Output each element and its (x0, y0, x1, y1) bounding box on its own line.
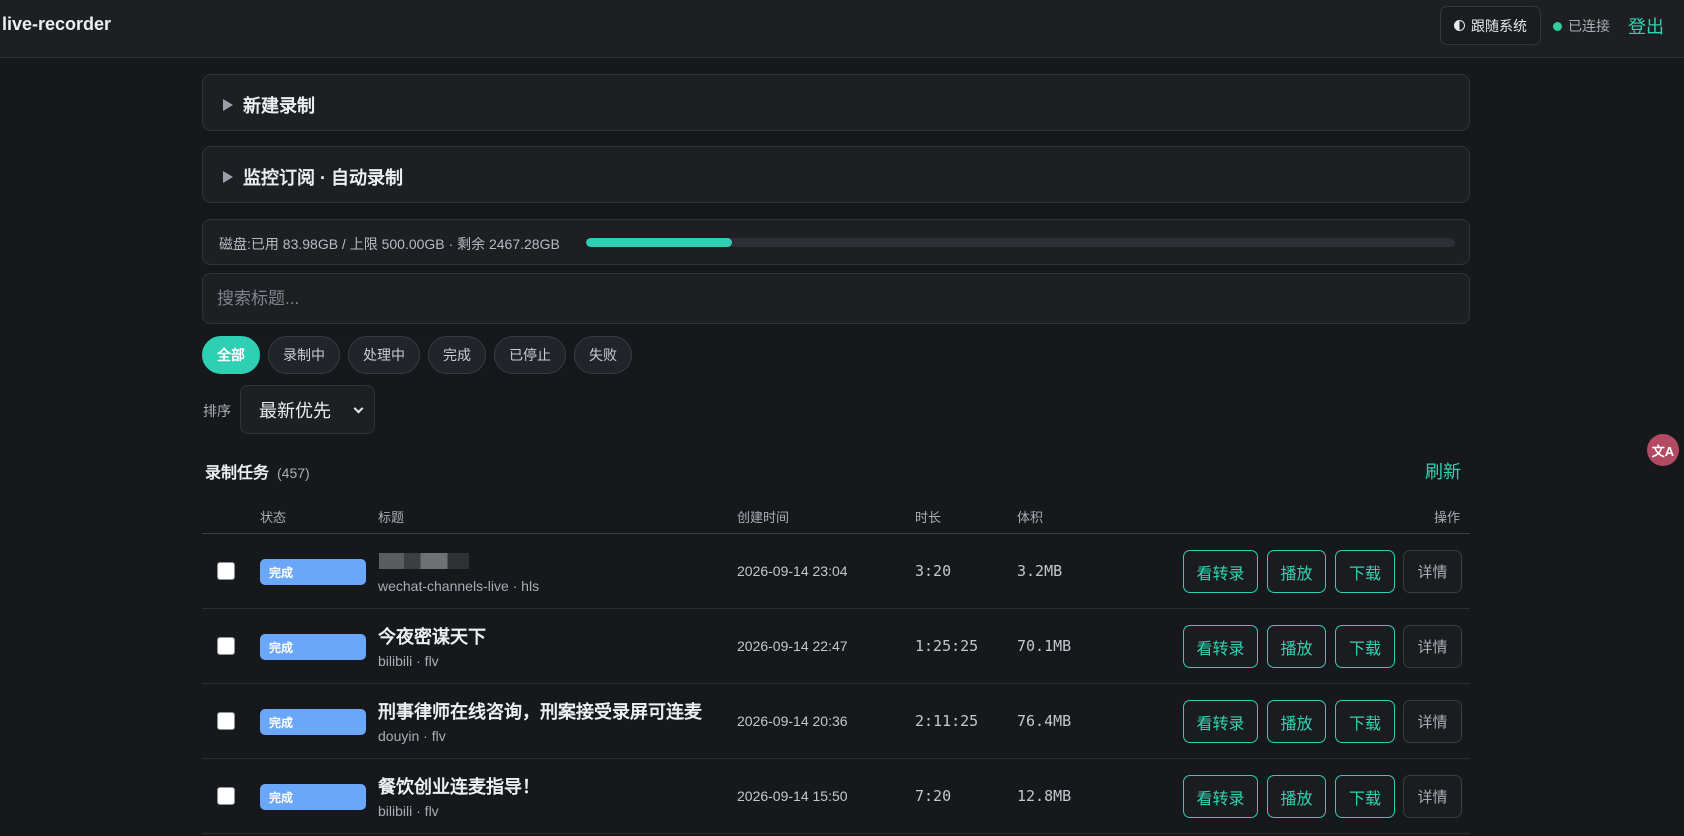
header-actions: 操作 (1434, 510, 1461, 525)
filter-chip[interactable]: 全部 (202, 336, 260, 374)
disk-usage-panel: 磁盘:已用 83.98GB / 上限 500.00GB · 剩余 2467.28… (202, 219, 1470, 265)
sort-label: 排序 (203, 403, 231, 419)
play-button[interactable]: 播放 (1267, 775, 1326, 818)
filter-chip[interactable]: 已停止 (494, 336, 566, 374)
theme-label: 跟随系统 (1471, 17, 1527, 34)
status-badge: 完成 (260, 634, 366, 660)
header-created: 创建时间 (737, 510, 790, 525)
new-recording-title: 新建录制 (243, 96, 315, 116)
refresh-button[interactable]: 刷新 (1425, 458, 1461, 484)
table-row: 完成 wechat-channels-live · hls 2026-09-14 2… (202, 534, 1470, 609)
monitor-header[interactable]: 监控订阅 · 自动录制 (223, 164, 403, 190)
table-row: 完成 餐饮创业连麦指导！ bilibili · flv 2026-09-14 15:5… (202, 759, 1470, 834)
row-duration: 2:11:25 (915, 712, 979, 730)
translate-icon[interactable]: 文A (1647, 434, 1679, 466)
filter-chip[interactable]: 处理中 (348, 336, 420, 374)
view-transcript-button[interactable]: 看转录 (1183, 625, 1258, 668)
download-button[interactable]: 下载 (1335, 700, 1395, 743)
tasks-title-label: 录制任务 (205, 465, 270, 482)
status-filter-group: 全部 录制中 处理中 完成 已停止 失败 (202, 336, 632, 374)
top-bar: live-recorder 跟随系统 已连接 登出 (0, 0, 1684, 58)
header-title: 标题 (378, 510, 405, 525)
view-transcript-button[interactable]: 看转录 (1183, 775, 1258, 818)
row-created: 2026-09-14 15:50 (737, 788, 848, 804)
filter-chip[interactable]: 失败 (574, 336, 632, 374)
status-badge: 完成 (260, 559, 366, 585)
filter-chip[interactable]: 完成 (428, 336, 486, 374)
app-title: live-recorder (2, 14, 112, 34)
view-transcript-button[interactable]: 看转录 (1183, 700, 1258, 743)
row-created: 2026-09-14 22:47 (737, 638, 848, 654)
redacted-title-image (379, 553, 469, 569)
chevron-down-icon (353, 403, 364, 414)
search-input[interactable] (202, 273, 1470, 324)
details-button[interactable]: 详情 (1403, 775, 1462, 818)
play-button[interactable]: 播放 (1267, 700, 1326, 743)
sort-select[interactable]: 最新优先 (240, 385, 375, 434)
disk-usage-fill (586, 238, 732, 247)
row-size: 12.8MB (1017, 787, 1072, 805)
row-title: 今夜密谋天下 (378, 627, 486, 647)
half-circle-icon (1454, 20, 1465, 31)
header-size: 体积 (1017, 510, 1044, 525)
play-button[interactable]: 播放 (1267, 625, 1326, 668)
row-created: 2026-09-14 23:04 (737, 563, 848, 579)
logout-link[interactable]: 登出 (1628, 13, 1664, 39)
dot-icon (1553, 21, 1562, 31)
row-source: wechat-channels-live · hls (378, 578, 540, 594)
theme-toggle-button[interactable]: 跟随系统 (1440, 6, 1541, 45)
connection-status: 已连接 (1553, 16, 1610, 36)
row-duration: 3:20 (915, 562, 952, 580)
row-checkbox[interactable] (217, 712, 235, 730)
header-duration: 时长 (915, 510, 942, 525)
details-button[interactable]: 详情 (1403, 625, 1462, 668)
status-badge: 完成 (260, 709, 366, 735)
row-checkbox[interactable] (217, 562, 235, 580)
monitor-title: 监控订阅 · 自动录制 (243, 168, 403, 188)
triangle-right-icon (223, 171, 233, 183)
connection-status-label: 已连接 (1568, 18, 1610, 34)
filter-chip[interactable]: 录制中 (268, 336, 340, 374)
status-badge: 完成 (260, 784, 366, 810)
header-status: 状态 (260, 510, 287, 525)
view-transcript-button[interactable]: 看转录 (1183, 550, 1258, 593)
row-created: 2026-09-14 20:36 (737, 713, 848, 729)
row-checkbox[interactable] (217, 787, 235, 805)
row-title: 餐饮创业连麦指导！ (378, 777, 540, 797)
download-button[interactable]: 下载 (1335, 625, 1395, 668)
table-row: 完成 刑事律师在线咨询，刑案接受录屏可连麦 douyin · flv 2026-09-… (202, 684, 1470, 759)
row-title: 刑事律师在线咨询，刑案接受录屏可连麦 (378, 702, 702, 722)
details-button[interactable]: 详情 (1403, 700, 1462, 743)
row-size: 70.1MB (1017, 637, 1072, 655)
new-recording-panel[interactable]: 新建录制 (202, 74, 1470, 131)
disk-usage-bar (586, 238, 1455, 247)
row-source: douyin · flv (378, 728, 446, 744)
monitor-panel[interactable]: 监控订阅 · 自动录制 (202, 146, 1470, 203)
play-button[interactable]: 播放 (1267, 550, 1326, 593)
sort-selected-value: 最新优先 (259, 400, 331, 421)
details-button[interactable]: 详情 (1403, 550, 1462, 593)
row-source: bilibili · flv (378, 653, 439, 669)
triangle-right-icon (223, 99, 233, 111)
row-duration: 1:25:25 (915, 637, 979, 655)
table-row: 完成 今夜密谋天下 bilibili · flv 2026-09-14 22:47 1:… (202, 609, 1470, 684)
tasks-title: 录制任务 (457) (205, 459, 310, 483)
download-button[interactable]: 下载 (1335, 550, 1395, 593)
table-header: 状态 标题 创建时间 时长 体积 操作 (202, 500, 1470, 534)
row-size: 3.2MB (1017, 562, 1063, 580)
download-button[interactable]: 下载 (1335, 775, 1395, 818)
row-duration: 7:20 (915, 787, 952, 805)
row-checkbox[interactable] (217, 637, 235, 655)
tasks-count: (457) (277, 465, 310, 481)
row-size: 76.4MB (1017, 712, 1072, 730)
disk-usage-text: 磁盘:已用 83.98GB / 上限 500.00GB · 剩余 2467.28… (219, 236, 560, 252)
new-recording-header[interactable]: 新建录制 (223, 92, 315, 118)
row-source: bilibili · flv (378, 803, 439, 819)
